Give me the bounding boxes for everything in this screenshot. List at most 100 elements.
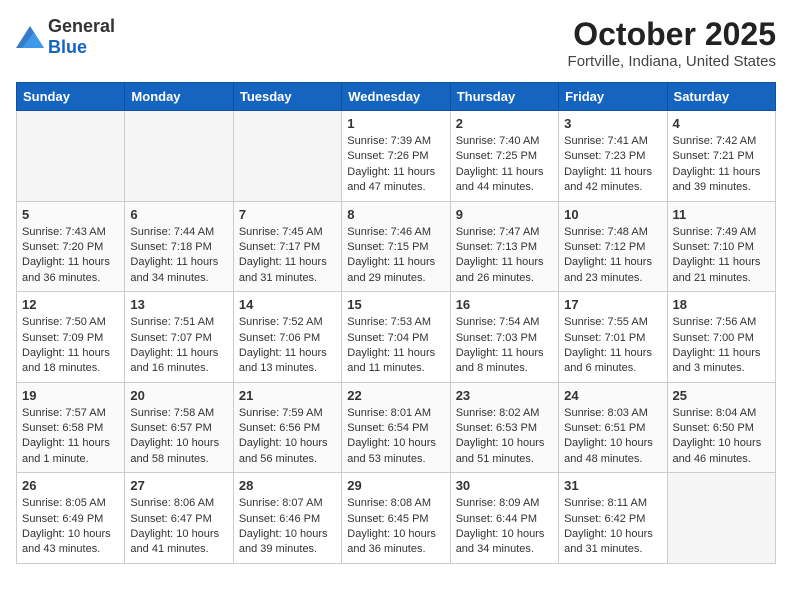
day-info: Sunrise: 7:44 AM Sunset: 7:18 PM Dayligh… bbox=[130, 225, 227, 287]
day-number: 31 bbox=[564, 478, 661, 493]
location-subtitle: Fortville, Indiana, United States bbox=[568, 53, 776, 70]
calendar-day-cell: 5 Sunrise: 7:43 AM Sunset: 7:20 PM Dayli… bbox=[17, 201, 125, 292]
day-number: 8 bbox=[347, 207, 444, 222]
calendar-day-cell: 6 Sunrise: 7:44 AM Sunset: 7:18 PM Dayli… bbox=[125, 201, 233, 292]
calendar-day-cell: 12 Sunrise: 7:50 AM Sunset: 7:09 PM Dayl… bbox=[17, 292, 125, 383]
weekday-header-wednesday: Wednesday bbox=[342, 83, 450, 111]
day-info: Sunrise: 7:47 AM Sunset: 7:13 PM Dayligh… bbox=[456, 225, 553, 287]
calendar-day-cell: 4 Sunrise: 7:42 AM Sunset: 7:21 PM Dayli… bbox=[667, 111, 775, 202]
weekday-header-saturday: Saturday bbox=[667, 83, 775, 111]
calendar-day-cell: 15 Sunrise: 7:53 AM Sunset: 7:04 PM Dayl… bbox=[342, 292, 450, 383]
day-number: 30 bbox=[456, 478, 553, 493]
page-header: General Blue October 2025 Fortville, Ind… bbox=[16, 16, 776, 70]
calendar-table: SundayMondayTuesdayWednesdayThursdayFrid… bbox=[16, 82, 776, 564]
day-info: Sunrise: 7:57 AM Sunset: 6:58 PM Dayligh… bbox=[22, 406, 119, 468]
day-info: Sunrise: 7:41 AM Sunset: 7:23 PM Dayligh… bbox=[564, 134, 661, 196]
calendar-day-cell: 18 Sunrise: 7:56 AM Sunset: 7:00 PM Dayl… bbox=[667, 292, 775, 383]
calendar-day-cell: 31 Sunrise: 8:11 AM Sunset: 6:42 PM Dayl… bbox=[559, 473, 667, 564]
logo-icon bbox=[16, 26, 44, 48]
day-number: 10 bbox=[564, 207, 661, 222]
day-number: 16 bbox=[456, 297, 553, 312]
day-info: Sunrise: 8:05 AM Sunset: 6:49 PM Dayligh… bbox=[22, 496, 119, 558]
calendar-day-cell: 28 Sunrise: 8:07 AM Sunset: 6:46 PM Dayl… bbox=[233, 473, 341, 564]
day-info: Sunrise: 7:46 AM Sunset: 7:15 PM Dayligh… bbox=[347, 225, 444, 287]
day-number: 26 bbox=[22, 478, 119, 493]
day-number: 14 bbox=[239, 297, 336, 312]
calendar-day-cell: 19 Sunrise: 7:57 AM Sunset: 6:58 PM Dayl… bbox=[17, 382, 125, 473]
weekday-header-thursday: Thursday bbox=[450, 83, 558, 111]
calendar-day-cell: 26 Sunrise: 8:05 AM Sunset: 6:49 PM Dayl… bbox=[17, 473, 125, 564]
calendar-day-cell: 8 Sunrise: 7:46 AM Sunset: 7:15 PM Dayli… bbox=[342, 201, 450, 292]
weekday-header-monday: Monday bbox=[125, 83, 233, 111]
day-info: Sunrise: 7:45 AM Sunset: 7:17 PM Dayligh… bbox=[239, 225, 336, 287]
calendar-day-cell: 27 Sunrise: 8:06 AM Sunset: 6:47 PM Dayl… bbox=[125, 473, 233, 564]
day-info: Sunrise: 7:54 AM Sunset: 7:03 PM Dayligh… bbox=[456, 315, 553, 377]
calendar-day-cell: 13 Sunrise: 7:51 AM Sunset: 7:07 PM Dayl… bbox=[125, 292, 233, 383]
day-info: Sunrise: 7:55 AM Sunset: 7:01 PM Dayligh… bbox=[564, 315, 661, 377]
weekday-header-sunday: Sunday bbox=[17, 83, 125, 111]
day-number: 11 bbox=[673, 207, 770, 222]
day-number: 29 bbox=[347, 478, 444, 493]
calendar-day-cell: 2 Sunrise: 7:40 AM Sunset: 7:25 PM Dayli… bbox=[450, 111, 558, 202]
calendar-day-cell: 11 Sunrise: 7:49 AM Sunset: 7:10 PM Dayl… bbox=[667, 201, 775, 292]
day-info: Sunrise: 8:11 AM Sunset: 6:42 PM Dayligh… bbox=[564, 496, 661, 558]
calendar-day-cell: 3 Sunrise: 7:41 AM Sunset: 7:23 PM Dayli… bbox=[559, 111, 667, 202]
day-number: 20 bbox=[130, 388, 227, 403]
calendar-week-row: 5 Sunrise: 7:43 AM Sunset: 7:20 PM Dayli… bbox=[17, 201, 776, 292]
calendar-day-cell: 9 Sunrise: 7:47 AM Sunset: 7:13 PM Dayli… bbox=[450, 201, 558, 292]
day-number: 25 bbox=[673, 388, 770, 403]
calendar-day-cell: 1 Sunrise: 7:39 AM Sunset: 7:26 PM Dayli… bbox=[342, 111, 450, 202]
calendar-day-cell: 14 Sunrise: 7:52 AM Sunset: 7:06 PM Dayl… bbox=[233, 292, 341, 383]
day-info: Sunrise: 8:07 AM Sunset: 6:46 PM Dayligh… bbox=[239, 496, 336, 558]
calendar-day-cell bbox=[667, 473, 775, 564]
calendar-day-cell: 17 Sunrise: 7:55 AM Sunset: 7:01 PM Dayl… bbox=[559, 292, 667, 383]
day-info: Sunrise: 7:43 AM Sunset: 7:20 PM Dayligh… bbox=[22, 225, 119, 287]
day-info: Sunrise: 8:02 AM Sunset: 6:53 PM Dayligh… bbox=[456, 406, 553, 468]
calendar-day-cell bbox=[17, 111, 125, 202]
day-number: 12 bbox=[22, 297, 119, 312]
day-info: Sunrise: 8:03 AM Sunset: 6:51 PM Dayligh… bbox=[564, 406, 661, 468]
calendar-day-cell: 16 Sunrise: 7:54 AM Sunset: 7:03 PM Dayl… bbox=[450, 292, 558, 383]
title-block: October 2025 Fortville, Indiana, United … bbox=[568, 16, 776, 70]
day-number: 27 bbox=[130, 478, 227, 493]
calendar-day-cell: 22 Sunrise: 8:01 AM Sunset: 6:54 PM Dayl… bbox=[342, 382, 450, 473]
logo: General Blue bbox=[16, 16, 115, 58]
day-info: Sunrise: 7:53 AM Sunset: 7:04 PM Dayligh… bbox=[347, 315, 444, 377]
calendar-week-row: 1 Sunrise: 7:39 AM Sunset: 7:26 PM Dayli… bbox=[17, 111, 776, 202]
day-info: Sunrise: 7:50 AM Sunset: 7:09 PM Dayligh… bbox=[22, 315, 119, 377]
calendar-day-cell bbox=[233, 111, 341, 202]
calendar-day-cell: 23 Sunrise: 8:02 AM Sunset: 6:53 PM Dayl… bbox=[450, 382, 558, 473]
day-number: 2 bbox=[456, 116, 553, 131]
day-info: Sunrise: 7:39 AM Sunset: 7:26 PM Dayligh… bbox=[347, 134, 444, 196]
logo-general-text: General bbox=[48, 16, 115, 36]
calendar-week-row: 19 Sunrise: 7:57 AM Sunset: 6:58 PM Dayl… bbox=[17, 382, 776, 473]
day-number: 17 bbox=[564, 297, 661, 312]
day-number: 1 bbox=[347, 116, 444, 131]
calendar-day-cell: 20 Sunrise: 7:58 AM Sunset: 6:57 PM Dayl… bbox=[125, 382, 233, 473]
day-number: 22 bbox=[347, 388, 444, 403]
day-number: 3 bbox=[564, 116, 661, 131]
day-number: 28 bbox=[239, 478, 336, 493]
weekday-header-row: SundayMondayTuesdayWednesdayThursdayFrid… bbox=[17, 83, 776, 111]
day-info: Sunrise: 7:40 AM Sunset: 7:25 PM Dayligh… bbox=[456, 134, 553, 196]
weekday-header-friday: Friday bbox=[559, 83, 667, 111]
logo-blue-text: Blue bbox=[48, 37, 87, 57]
day-number: 15 bbox=[347, 297, 444, 312]
calendar-day-cell: 25 Sunrise: 8:04 AM Sunset: 6:50 PM Dayl… bbox=[667, 382, 775, 473]
day-number: 21 bbox=[239, 388, 336, 403]
day-info: Sunrise: 7:56 AM Sunset: 7:00 PM Dayligh… bbox=[673, 315, 770, 377]
day-number: 19 bbox=[22, 388, 119, 403]
day-number: 13 bbox=[130, 297, 227, 312]
month-year-title: October 2025 bbox=[568, 16, 776, 53]
calendar-day-cell: 30 Sunrise: 8:09 AM Sunset: 6:44 PM Dayl… bbox=[450, 473, 558, 564]
calendar-week-row: 26 Sunrise: 8:05 AM Sunset: 6:49 PM Dayl… bbox=[17, 473, 776, 564]
day-info: Sunrise: 7:52 AM Sunset: 7:06 PM Dayligh… bbox=[239, 315, 336, 377]
day-info: Sunrise: 8:04 AM Sunset: 6:50 PM Dayligh… bbox=[673, 406, 770, 468]
day-number: 6 bbox=[130, 207, 227, 222]
day-info: Sunrise: 7:58 AM Sunset: 6:57 PM Dayligh… bbox=[130, 406, 227, 468]
day-info: Sunrise: 7:48 AM Sunset: 7:12 PM Dayligh… bbox=[564, 225, 661, 287]
day-number: 4 bbox=[673, 116, 770, 131]
day-number: 18 bbox=[673, 297, 770, 312]
day-info: Sunrise: 8:06 AM Sunset: 6:47 PM Dayligh… bbox=[130, 496, 227, 558]
calendar-week-row: 12 Sunrise: 7:50 AM Sunset: 7:09 PM Dayl… bbox=[17, 292, 776, 383]
